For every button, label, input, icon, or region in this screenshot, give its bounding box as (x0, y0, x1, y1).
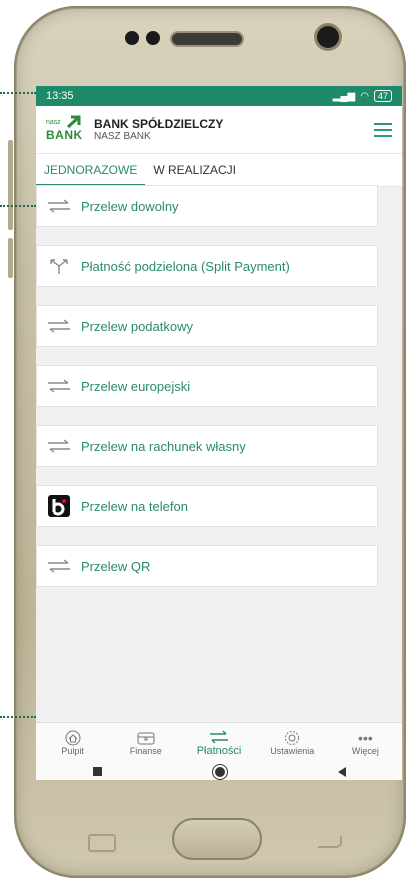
status-bar: 13:35 ▂▄▆ ◠ 47 (36, 86, 402, 106)
payment-item-label: Przelew na telefon (81, 498, 188, 514)
transfer-arrows-icon (208, 729, 230, 745)
gear-icon (284, 730, 300, 746)
battery-icon: 47 (373, 90, 392, 102)
payment-item-przelew-europejski[interactable]: Przelew europejski (36, 365, 378, 407)
nav-wiecej[interactable]: ••• Więcej (329, 723, 402, 763)
payment-item-label: Przelew dowolny (81, 198, 179, 214)
app-header: nasz BANK BANK SPÓŁDZIELCZY NASZ BANK (36, 106, 402, 154)
bank-logo: nasz BANK (46, 115, 86, 145)
system-navigation-bar (36, 763, 402, 780)
status-time: 13:35 (46, 90, 74, 102)
tab-w-realizacji[interactable]: W REALIZACJI (145, 163, 244, 186)
nav-label: Finanse (129, 746, 162, 756)
payment-item-rachunek-wlasny[interactable]: Przelew na rachunek własny (36, 425, 378, 467)
status-icons: ▂▄▆ ◠ 47 (333, 90, 392, 102)
transfer-arrows-icon (37, 439, 81, 453)
payment-item-przelew-qr[interactable]: Przelew QR (36, 545, 378, 587)
payment-item-przelew-na-telefon[interactable]: Przelew na telefon (36, 485, 378, 527)
camera-dot-icon (125, 31, 139, 45)
side-button (8, 140, 13, 230)
nav-finanse[interactable]: Finanse (109, 723, 182, 763)
logo-arrow-icon (66, 115, 81, 128)
nav-platnosci[interactable]: Płatności (182, 723, 255, 763)
transfer-arrows-icon (37, 319, 81, 333)
tab-jednorazowe[interactable]: JEDNORAZOWE (36, 163, 146, 186)
logo-small-text: nasz (46, 118, 61, 126)
nav-ustawienia[interactable]: Ustawienia (256, 723, 329, 763)
nav-label: Płatności (196, 745, 242, 757)
logo-big-text: BANK (46, 127, 83, 142)
home-icon (65, 730, 81, 746)
payment-item-label: Przelew europejski (81, 378, 191, 394)
side-button-lower (8, 238, 13, 278)
wifi-icon: ◠ (360, 90, 369, 102)
transfer-arrows-icon (37, 559, 81, 573)
payment-item-label: Płatność podzielona (Split Payment) (81, 258, 290, 274)
hamburger-menu-icon[interactable] (374, 122, 392, 137)
payment-item-przelew-podatkowy[interactable]: Przelew podatkowy (36, 305, 378, 347)
back-hardware-icon (318, 836, 342, 848)
more-dots-icon: ••• (358, 730, 373, 746)
payment-item-label: Przelew podatkowy (81, 318, 193, 334)
nav-label: Pulpit (61, 746, 84, 756)
nav-label: Ustawienia (270, 746, 315, 756)
front-camera-icon (317, 26, 339, 48)
transfer-arrows-icon (37, 199, 81, 213)
back-triangle-icon[interactable] (337, 766, 346, 777)
bank-name: BANK SPÓŁDZIELCZY (94, 117, 224, 131)
bank-subname: NASZ BANK (94, 131, 151, 142)
recent-apps-icon[interactable] (92, 767, 102, 776)
home-circle-icon[interactable] (214, 766, 225, 777)
camera-dot-icon (146, 31, 160, 45)
nav-label: Więcej (351, 746, 379, 756)
annotation-line (0, 205, 36, 207)
blik-icon (37, 495, 81, 517)
transfer-arrows-icon (37, 379, 81, 393)
home-button[interactable] (172, 818, 262, 860)
annotation-line (0, 92, 36, 94)
wallet-icon (137, 730, 155, 746)
annotation-line (0, 716, 36, 718)
signal-icon: ▂▄▆ (332, 90, 356, 102)
bank-name-block: BANK SPÓŁDZIELCZY NASZ BANK (94, 117, 374, 142)
bottom-navigation: Pulpit Finanse Płatności Ustawienia ••• … (36, 722, 402, 763)
payment-tabs: JEDNORAZOWE W REALIZACJI (36, 154, 402, 187)
recent-apps-hardware-icon (88, 834, 116, 852)
payment-item-label: Przelew QR (81, 558, 151, 574)
payment-item-przelew-dowolny[interactable]: Przelew dowolny (36, 185, 378, 227)
speaker-grille (170, 31, 244, 47)
nav-pulpit[interactable]: Pulpit (36, 723, 109, 763)
payment-item-label: Przelew na rachunek własny (81, 438, 246, 454)
app-screen: 13:35 ▂▄▆ ◠ 47 nasz BANK BANK SPÓŁDZIELC… (36, 86, 402, 780)
payment-item-split-payment[interactable]: Płatność podzielona (Split Payment) (36, 245, 378, 287)
split-arrows-icon (37, 257, 81, 275)
